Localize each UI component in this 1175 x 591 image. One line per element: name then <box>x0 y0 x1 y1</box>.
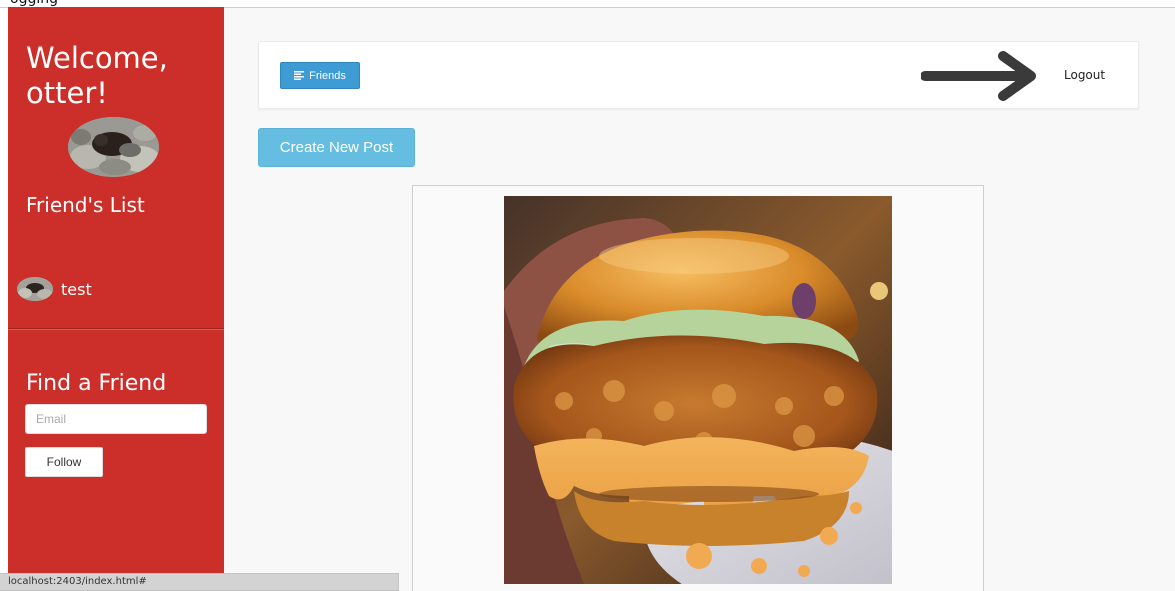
list-icon <box>294 71 305 80</box>
find-friend-heading: Find a Friend <box>26 371 167 396</box>
sidebar-divider <box>8 328 224 329</box>
post-card <box>412 185 984 591</box>
profile-avatar <box>68 117 159 177</box>
follow-button[interactable]: Follow <box>25 447 103 477</box>
page-top-text: ogging <box>10 0 58 7</box>
create-new-post-button[interactable]: Create New Post <box>258 128 415 167</box>
main-content: Friends Logout Create New Post <box>224 8 1175 591</box>
email-field[interactable] <box>25 404 207 434</box>
friends-button[interactable]: Friends <box>280 62 360 89</box>
friend-list-item[interactable]: test <box>17 277 92 301</box>
friend-avatar <box>17 277 53 301</box>
friends-button-label: Friends <box>309 69 346 82</box>
logout-link[interactable]: Logout <box>1064 68 1105 82</box>
top-navbar: Friends Logout <box>258 41 1139 109</box>
sidebar: Welcome, otter! Friend's List test Find <box>8 7 224 591</box>
friends-list-heading: Friend's List <box>26 193 145 217</box>
welcome-heading: Welcome, otter! <box>26 41 168 110</box>
browser-status-bar: localhost:2403/index.html# <box>0 573 399 591</box>
post-image <box>504 196 892 584</box>
right-arrow-icon <box>921 51 1036 101</box>
friend-name: test <box>61 279 92 299</box>
